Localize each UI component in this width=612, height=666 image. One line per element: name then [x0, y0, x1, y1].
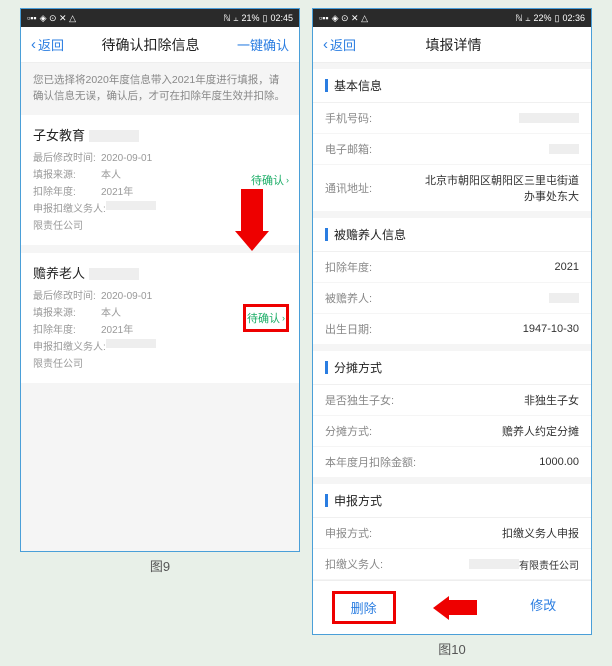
confirm-tag[interactable]: 待确认› — [251, 172, 289, 188]
back-button[interactable]: ‹ 返回 — [323, 35, 356, 54]
field-value: 本人 — [101, 305, 121, 322]
info-row: 通讯地址:北京市朝阳区朝阳区三里屯街道办事处东大 — [313, 165, 591, 212]
section-header: 分摊方式 — [313, 351, 591, 385]
info-row: 手机号码: — [313, 103, 591, 134]
time-text: 02:36 — [562, 13, 585, 23]
chevron-right-icon: › — [286, 175, 289, 185]
navbar: ‹ 返回 填报详情 — [313, 27, 591, 63]
info-row: 扣除年度:2021 — [313, 252, 591, 283]
nfc-icon: ℕ ⫠ — [223, 13, 238, 24]
mask-icon — [549, 144, 579, 154]
field-label: 申报扣缴义务人: — [33, 201, 106, 218]
figure-caption: 图10 — [438, 639, 465, 658]
battery-icon: ▯ — [555, 13, 560, 24]
field-label: 扣除年度: — [33, 322, 101, 339]
annotation-arrow-left — [433, 591, 477, 624]
annotation-arrow-down — [241, 189, 269, 251]
notice-text: 您已选择将2020年度信息带入2021年度进行填报，请确认信息无误，确认后，才可… — [21, 63, 299, 115]
info-row: 是否独生子女:非独生子女 — [313, 385, 591, 416]
field-label: 扣除年度: — [33, 184, 101, 201]
mask-icon — [469, 559, 519, 569]
bottom-bar: 删除 修改 — [313, 580, 591, 634]
field-label: 申报扣缴义务人: — [33, 339, 106, 356]
status-right: ℕ ⫠ 21% ▯ 02:45 — [223, 13, 293, 24]
card-title: 赡养老人 — [33, 263, 287, 282]
delete-button[interactable]: 删除 — [332, 591, 396, 624]
info-row: 电子邮箱: — [313, 134, 591, 165]
time-text: 02:45 — [270, 13, 293, 23]
field-label: 限责任公司 — [33, 218, 101, 235]
back-label: 返回 — [330, 35, 356, 54]
battery-text: 21% — [242, 13, 260, 23]
mask-icon — [106, 201, 156, 210]
deduction-card[interactable]: 赡养老人 最后修改时间:2020-09-01 填报来源:本人 扣除年度:2021… — [21, 253, 299, 383]
signal-icon: ▫▪▪ — [27, 13, 37, 23]
field-label: 填报来源: — [33, 305, 101, 322]
phone-left: ▫▪▪ ◈ ⊙ ✕ △ ℕ ⫠ 21% ▯ 02:45 ‹ 返回 待确认扣除信息… — [20, 8, 300, 552]
content: 基本信息 手机号码: 电子邮箱: 通讯地址:北京市朝阳区朝阳区三里屯街道办事处东… — [313, 63, 591, 580]
back-label: 返回 — [38, 35, 64, 54]
content: 您已选择将2020年度信息带入2021年度进行填报，请确认信息无误，确认后，才可… — [21, 63, 299, 551]
section-header: 被赡养人信息 — [313, 218, 591, 252]
confirm-tag-highlighted[interactable]: 待确认› — [243, 304, 289, 332]
info-row: 申报方式:扣缴义务人申报 — [313, 518, 591, 549]
nfc-icon: ℕ ⫠ — [515, 13, 530, 24]
field-value: 本人 — [101, 167, 121, 184]
field-label: 最后修改时间: — [33, 288, 101, 305]
battery-icon: ▯ — [263, 13, 268, 24]
phone-right: ▫▪▪ ◈ ⊙ ✕ △ ℕ ⫠ 22% ▯ 02:36 ‹ 返回 填报详情 基本… — [312, 8, 592, 635]
mask-icon — [89, 268, 139, 280]
page-title: 待确认扣除信息 — [102, 35, 200, 55]
field-value: 2021年 — [101, 322, 133, 339]
section-header: 申报方式 — [313, 484, 591, 518]
battery-text: 22% — [534, 13, 552, 23]
mask-icon — [106, 339, 156, 348]
chevron-right-icon: › — [282, 313, 285, 323]
field-label: 限责任公司 — [33, 356, 101, 373]
field-value: 2021年 — [101, 184, 133, 201]
statusbar: ▫▪▪ ◈ ⊙ ✕ △ ℕ ⫠ 22% ▯ 02:36 — [313, 9, 591, 27]
info-row: 本年度月扣除金额:1000.00 — [313, 447, 591, 478]
modify-button[interactable]: 修改 — [514, 591, 572, 624]
signal-icon: ▫▪▪ — [319, 13, 329, 23]
wifi-icon: ◈ ⊙ ✕ △ — [332, 13, 368, 24]
chevron-left-icon: ‹ — [323, 36, 328, 53]
navbar: ‹ 返回 待确认扣除信息 一键确认 — [21, 27, 299, 63]
status-left: ▫▪▪ ◈ ⊙ ✕ △ — [319, 13, 368, 24]
confirm-all-button[interactable]: 一键确认 — [237, 35, 289, 54]
back-button[interactable]: ‹ 返回 — [31, 35, 64, 54]
field-value: 2020-09-01 — [101, 288, 152, 305]
mask-icon — [89, 130, 139, 142]
field-value: 2020-09-01 — [101, 150, 152, 167]
chevron-left-icon: ‹ — [31, 36, 36, 53]
status-right: ℕ ⫠ 22% ▯ 02:36 — [515, 13, 585, 24]
mask-icon — [549, 293, 579, 303]
section-header: 基本信息 — [313, 69, 591, 103]
field-label: 最后修改时间: — [33, 150, 101, 167]
page-title: 填报详情 — [426, 35, 482, 55]
wifi-icon: ◈ ⊙ ✕ △ — [40, 13, 76, 24]
info-row: 出生日期:1947-10-30 — [313, 314, 591, 345]
info-row: 扣缴义务人:有限责任公司 — [313, 549, 591, 580]
card-title: 子女教育 — [33, 125, 287, 144]
mask-icon — [519, 113, 579, 123]
field-label: 填报来源: — [33, 167, 101, 184]
info-row: 被赡养人: — [313, 283, 591, 314]
statusbar: ▫▪▪ ◈ ⊙ ✕ △ ℕ ⫠ 21% ▯ 02:45 — [21, 9, 299, 27]
status-left: ▫▪▪ ◈ ⊙ ✕ △ — [27, 13, 76, 24]
figure-caption: 图9 — [150, 556, 170, 575]
info-row: 分摊方式:赡养人约定分摊 — [313, 416, 591, 447]
